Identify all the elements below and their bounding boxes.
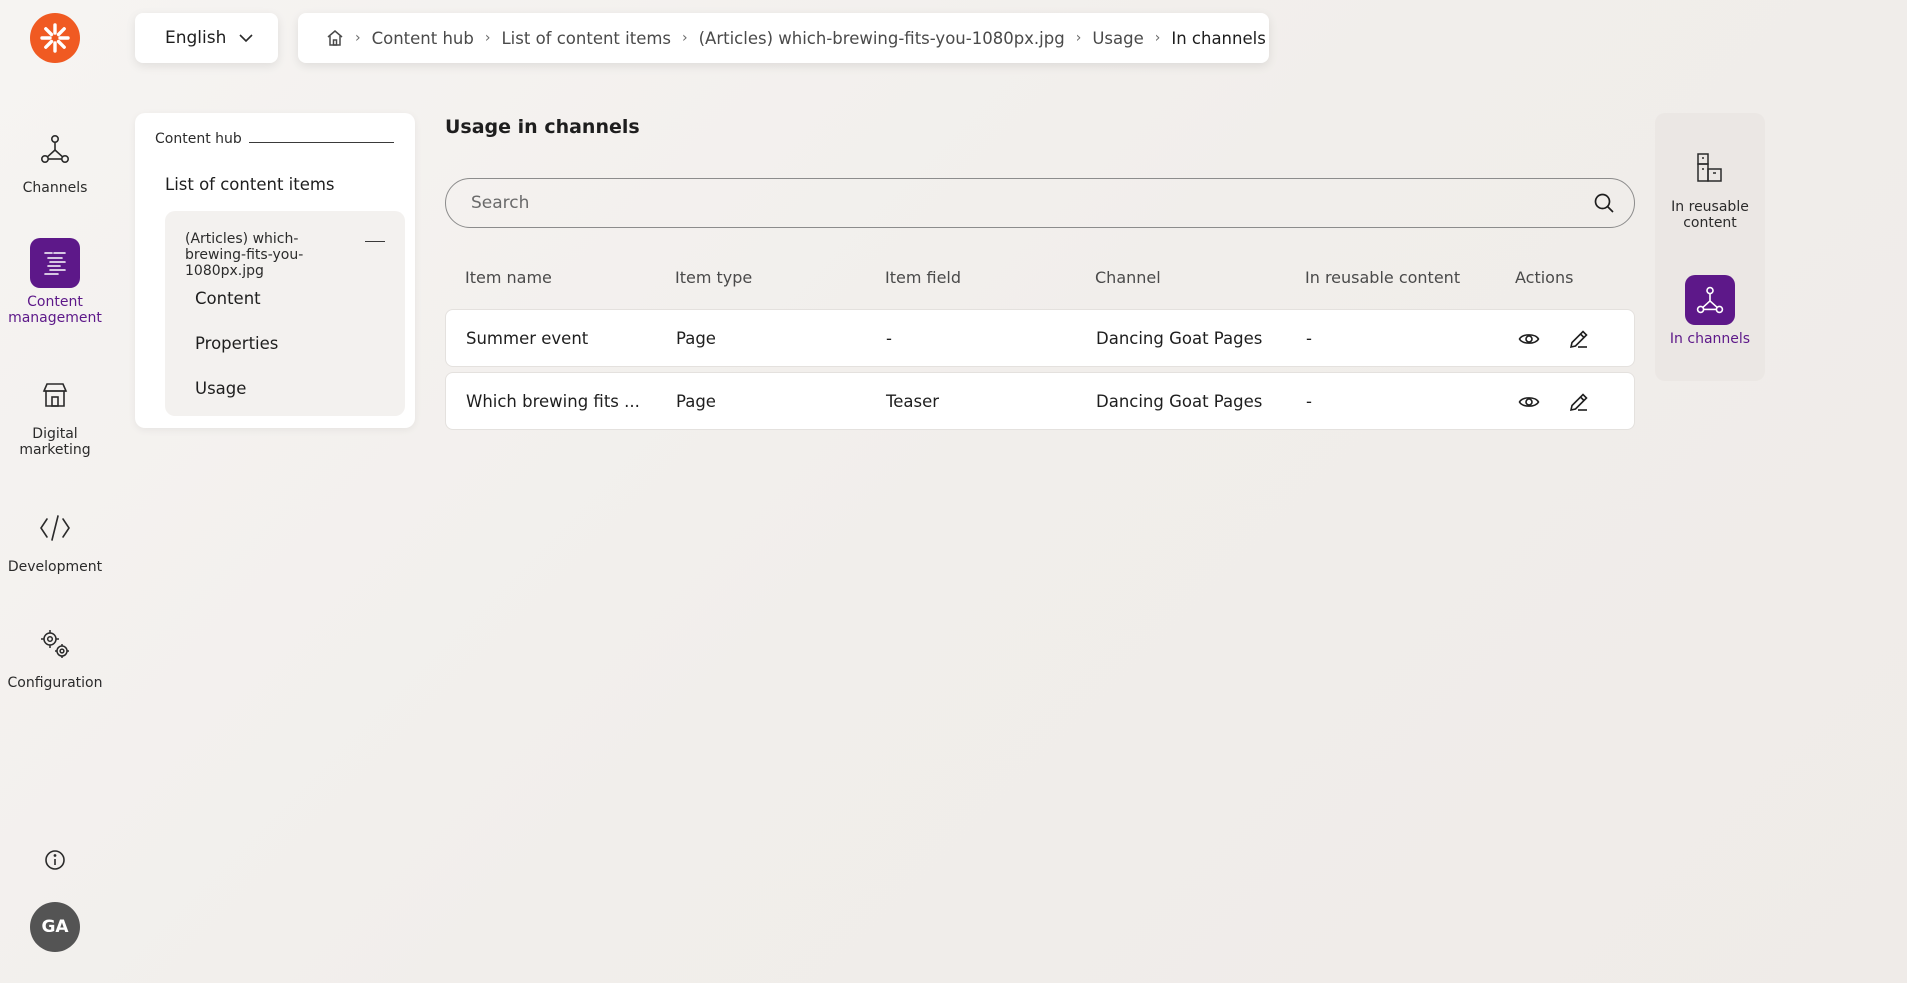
view-button[interactable] bbox=[1516, 326, 1542, 352]
breadcrumb-separator: › bbox=[1075, 30, 1082, 46]
column-header-channel: Channel bbox=[1095, 268, 1161, 287]
view-button[interactable] bbox=[1516, 389, 1542, 415]
breadcrumb-separator: › bbox=[355, 30, 361, 46]
cell-item-name: Summer event bbox=[466, 329, 589, 348]
store-icon bbox=[30, 370, 80, 420]
column-header-actions: Actions bbox=[1515, 268, 1574, 287]
page-title: Usage in channels bbox=[445, 116, 640, 138]
table-header: Item name Item type Item field Channel I… bbox=[445, 268, 1635, 288]
cell-item-type: Page bbox=[676, 392, 716, 411]
tree-item-group: (Articles) which-brewing-fits-you-1080px… bbox=[165, 211, 405, 416]
cell-channel: Dancing Goat Pages bbox=[1096, 392, 1263, 411]
nav-item-content-management[interactable]: Content management bbox=[0, 238, 110, 326]
breadcrumb-list-of-content-items[interactable]: List of content items bbox=[501, 29, 671, 48]
nav-item-development[interactable]: Development bbox=[0, 503, 110, 575]
nav-item-digital-marketing[interactable]: Digital marketing bbox=[0, 370, 110, 458]
logo-asterisk-icon bbox=[40, 23, 70, 53]
info-button[interactable] bbox=[41, 846, 69, 874]
tree-leaf-usage[interactable]: Usage bbox=[195, 379, 246, 398]
home-icon[interactable] bbox=[326, 29, 344, 47]
language-selected: English bbox=[165, 28, 227, 48]
column-header-item-field: Item field bbox=[885, 268, 962, 287]
column-header-item-name: Item name bbox=[465, 268, 552, 287]
side-item-label: In channels bbox=[1669, 331, 1751, 347]
channels-icon bbox=[30, 124, 80, 174]
pencil-icon bbox=[1569, 393, 1588, 412]
breadcrumb-separator: › bbox=[682, 30, 688, 46]
eye-icon bbox=[1518, 397, 1540, 407]
kentico-logo-icon[interactable] bbox=[30, 13, 80, 63]
content-management-icon bbox=[30, 238, 80, 288]
usage-side-panel: In reusable content In channels bbox=[1655, 113, 1765, 381]
channels-icon bbox=[1685, 275, 1735, 325]
cell-item-field: Teaser bbox=[886, 392, 940, 411]
search-input[interactable] bbox=[469, 192, 1592, 214]
breadcrumb-usage[interactable]: Usage bbox=[1092, 29, 1143, 48]
cell-item-name: Which brewing fits ... bbox=[466, 392, 640, 411]
tree-item-name[interactable]: (Articles) which-brewing-fits-you-1080px… bbox=[185, 231, 357, 279]
nav-item-configuration[interactable]: Configuration bbox=[0, 619, 110, 691]
tree-leaf-content[interactable]: Content bbox=[195, 289, 261, 308]
info-icon bbox=[45, 850, 65, 870]
tree-item-collapse[interactable] bbox=[365, 241, 385, 242]
nav-label: Development bbox=[7, 559, 103, 575]
column-header-in-reusable-content: In reusable content bbox=[1305, 268, 1461, 287]
table-row[interactable]: Which brewing fits ... Page Teaser Danci… bbox=[445, 372, 1635, 430]
nav-label: Content management bbox=[8, 294, 102, 326]
nav-label: Digital marketing bbox=[19, 426, 91, 458]
search-box bbox=[445, 178, 1635, 228]
nav-label: Configuration bbox=[7, 675, 103, 691]
breadcrumb-current: In channels bbox=[1171, 28, 1266, 48]
side-item-in-channels[interactable]: In channels bbox=[1655, 275, 1765, 347]
content-tree: Content hub List of content items (Artic… bbox=[135, 113, 415, 428]
column-header-item-type: Item type bbox=[675, 268, 753, 287]
side-item-label: In reusable content bbox=[1671, 199, 1749, 231]
navigation-rail: Channels Content management Digital mark… bbox=[0, 0, 110, 983]
user-avatar[interactable]: GA bbox=[30, 902, 80, 952]
edit-button[interactable] bbox=[1566, 389, 1592, 415]
tree-divider bbox=[249, 142, 394, 143]
code-icon bbox=[30, 503, 80, 553]
breadcrumb: › Content hub › List of content items › … bbox=[298, 13, 1269, 63]
pencil-icon bbox=[1569, 330, 1588, 349]
nav-item-channels[interactable]: Channels bbox=[0, 124, 110, 196]
tree-list-of-content-items[interactable]: List of content items bbox=[165, 175, 335, 194]
reusable-content-icon bbox=[1685, 143, 1735, 193]
breadcrumb-separator: › bbox=[484, 30, 491, 46]
chevron-down-icon bbox=[239, 34, 253, 43]
breadcrumb-item[interactable]: (Articles) which-brewing-fits-you-1080px… bbox=[699, 29, 1065, 48]
breadcrumb-content-hub[interactable]: Content hub bbox=[372, 29, 474, 48]
side-item-in-reusable-content[interactable]: In reusable content bbox=[1655, 143, 1765, 231]
cell-in-reusable-content: - bbox=[1306, 392, 1312, 411]
gears-icon bbox=[30, 619, 80, 669]
cell-item-field: - bbox=[886, 329, 892, 348]
table-row[interactable]: Summer event Page - Dancing Goat Pages - bbox=[445, 309, 1635, 367]
search-icon[interactable] bbox=[1592, 191, 1616, 215]
eye-icon bbox=[1518, 334, 1540, 344]
tree-content-hub[interactable]: Content hub bbox=[155, 131, 242, 147]
language-selector[interactable]: English bbox=[135, 13, 278, 63]
breadcrumb-separator: › bbox=[1154, 30, 1161, 46]
nav-label: Channels bbox=[22, 180, 88, 196]
cell-item-type: Page bbox=[676, 329, 716, 348]
cell-channel: Dancing Goat Pages bbox=[1096, 329, 1263, 348]
cell-in-reusable-content: - bbox=[1306, 329, 1312, 348]
edit-button[interactable] bbox=[1566, 326, 1592, 352]
tree-leaf-properties[interactable]: Properties bbox=[195, 334, 278, 353]
